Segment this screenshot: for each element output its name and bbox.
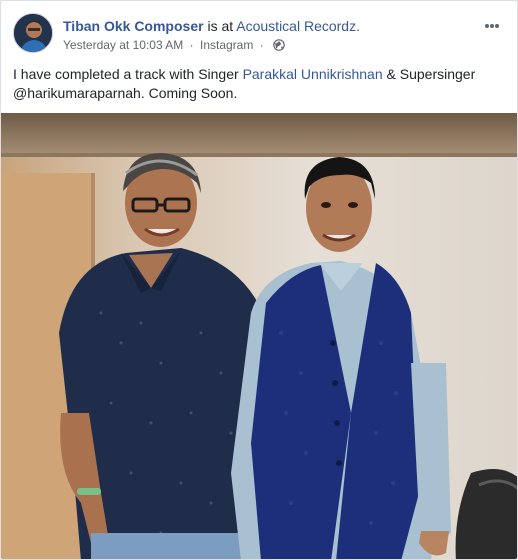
post-header: Tiban Okk Composer is at Acoustical Reco…: [13, 13, 505, 57]
more-options-icon[interactable]: [485, 15, 505, 29]
post-card: Tiban Okk Composer is at Acoustical Reco…: [0, 0, 518, 560]
author-line: Tiban Okk Composer is at Acoustical Reco…: [63, 17, 360, 35]
tagged-person-link[interactable]: Parakkal Unnikrishnan: [243, 66, 383, 82]
author-name[interactable]: Tiban Okk Composer: [63, 18, 204, 34]
post-photo[interactable]: [1, 113, 517, 559]
author-avatar[interactable]: [13, 13, 53, 53]
post-text-part-1: I have completed a track with Singer: [13, 66, 243, 82]
post-timestamp[interactable]: Yesterday at 10:03 AM: [63, 38, 183, 52]
post-meta: Yesterday at 10:03 AM · Instagram ·: [63, 37, 285, 53]
meta-separator: ·: [189, 38, 194, 52]
is-at-text: is at: [207, 18, 234, 34]
globe-icon[interactable]: [273, 39, 285, 51]
place-link[interactable]: Acoustical Recordz.: [236, 18, 360, 34]
post-source: Instagram: [200, 38, 254, 52]
meta-separator-2: ·: [259, 38, 264, 52]
post-text: I have completed a track with Singer Par…: [13, 65, 503, 103]
